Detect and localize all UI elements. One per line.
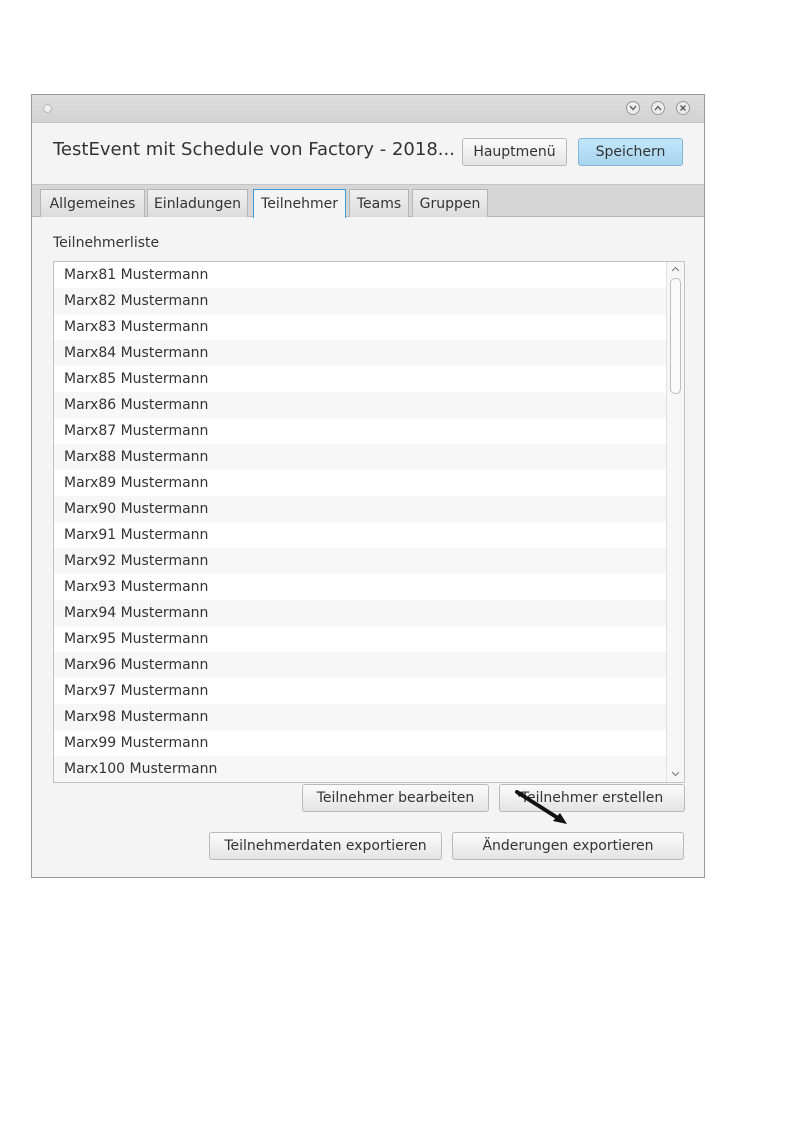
list-item[interactable]: Marx96 Mustermann	[54, 652, 666, 678]
scroll-up-icon[interactable]	[670, 264, 681, 275]
list-item[interactable]: Marx87 Mustermann	[54, 418, 666, 444]
scroll-thumb[interactable]	[670, 278, 681, 394]
header-bar: TestEvent mit Schedule von Factory - 201…	[32, 122, 704, 184]
list-item[interactable]: Marx84 Mustermann	[54, 340, 666, 366]
list-item[interactable]: Marx91 Mustermann	[54, 522, 666, 548]
maximize-icon[interactable]	[651, 101, 665, 115]
participant-list-label: Teilnehmerliste	[53, 235, 160, 251]
close-icon[interactable]	[676, 101, 690, 115]
save-button[interactable]: Speichern	[578, 138, 683, 166]
list-item[interactable]: Marx89 Mustermann	[54, 470, 666, 496]
list-item[interactable]: Marx98 Mustermann	[54, 704, 666, 730]
tab-bar: Allgemeines Einladungen Teilnehmer Teams…	[32, 184, 704, 218]
list-item[interactable]: Marx83 Mustermann	[54, 314, 666, 340]
vertical-scrollbar[interactable]	[666, 262, 684, 782]
list-item[interactable]: Marx100 Mustermann	[54, 756, 666, 782]
tab-gruppen[interactable]: Gruppen	[412, 189, 488, 217]
list-item[interactable]: Marx92 Mustermann	[54, 548, 666, 574]
scroll-down-icon[interactable]	[670, 769, 681, 780]
event-title: TestEvent mit Schedule von Factory - 201…	[53, 139, 455, 160]
list-item[interactable]: Marx81 Mustermann	[54, 262, 666, 288]
app-window: TestEvent mit Schedule von Factory - 201…	[31, 94, 705, 878]
edit-participant-button[interactable]: Teilnehmer bearbeiten	[302, 784, 489, 812]
list-item[interactable]: Marx86 Mustermann	[54, 392, 666, 418]
list-item[interactable]: Marx93 Mustermann	[54, 574, 666, 600]
list-item[interactable]: Marx97 Mustermann	[54, 678, 666, 704]
list-item[interactable]: Marx99 Mustermann	[54, 730, 666, 756]
list-item[interactable]: Marx85 Mustermann	[54, 366, 666, 392]
title-bar[interactable]	[32, 95, 704, 123]
tab-teams[interactable]: Teams	[349, 189, 409, 217]
list-item[interactable]: Marx95 Mustermann	[54, 626, 666, 652]
export-changes-button[interactable]: Änderungen exportieren	[452, 832, 684, 860]
list-item[interactable]: Marx82 Mustermann	[54, 288, 666, 314]
minimize-icon[interactable]	[626, 101, 640, 115]
mouse-cursor-icon	[515, 790, 567, 824]
tab-teilnehmer[interactable]: Teilnehmer	[253, 189, 346, 218]
export-participant-data-button[interactable]: Teilnehmerdaten exportieren	[209, 832, 442, 860]
tab-einladungen[interactable]: Einladungen	[147, 189, 248, 217]
list-item[interactable]: Marx90 Mustermann	[54, 496, 666, 522]
list-item[interactable]: Marx94 Mustermann	[54, 600, 666, 626]
tab-allgemeines[interactable]: Allgemeines	[40, 189, 145, 217]
window-menu-icon[interactable]	[43, 104, 52, 113]
participant-list[interactable]: Marx81 Mustermann Marx82 Mustermann Marx…	[53, 261, 685, 783]
list-item[interactable]: Marx88 Mustermann	[54, 444, 666, 470]
main-menu-button[interactable]: Hauptmenü	[462, 138, 567, 166]
